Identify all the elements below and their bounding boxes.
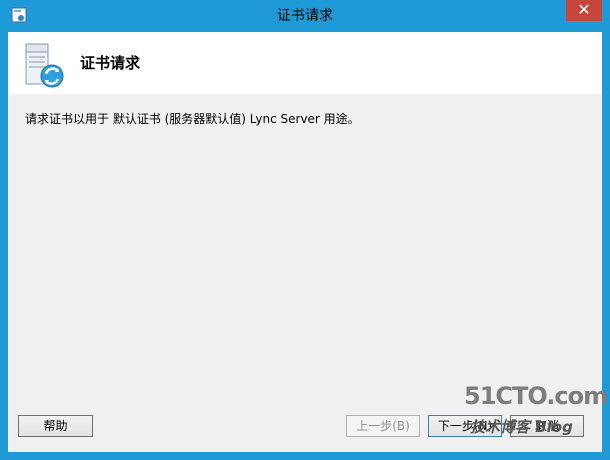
dialog-window: 证书请求 ✕ 证书请求 请求证书以用于 默认证书 (服务器默认值) Lync S… <box>0 0 610 460</box>
watermark-site: 51CTO.com <box>464 382 608 410</box>
window-title: 证书请求 <box>277 8 333 24</box>
help-button[interactable]: 帮助 <box>18 415 93 437</box>
close-icon: ✕ <box>577 0 591 19</box>
help-button-label: 帮助 <box>43 419 68 433</box>
close-button[interactable]: ✕ <box>566 0 602 21</box>
back-button-label: 上一步(B) <box>356 419 410 433</box>
back-button[interactable]: 上一步(B) <box>346 415 420 437</box>
request-message: 请求证书以用于 默认证书 (服务器默认值) Lync Server 用途。 <box>25 112 360 126</box>
header-panel: 证书请求 <box>8 32 602 94</box>
page-title: 证书请求 <box>80 54 141 72</box>
certificate-server-icon <box>25 43 64 88</box>
watermark: 51CTO.com 技术博客 Blog <box>450 382 608 442</box>
watermark-tagline: 技术博客 Blog <box>470 418 573 436</box>
title-bar[interactable]: 证书请求 ✕ <box>0 0 610 32</box>
